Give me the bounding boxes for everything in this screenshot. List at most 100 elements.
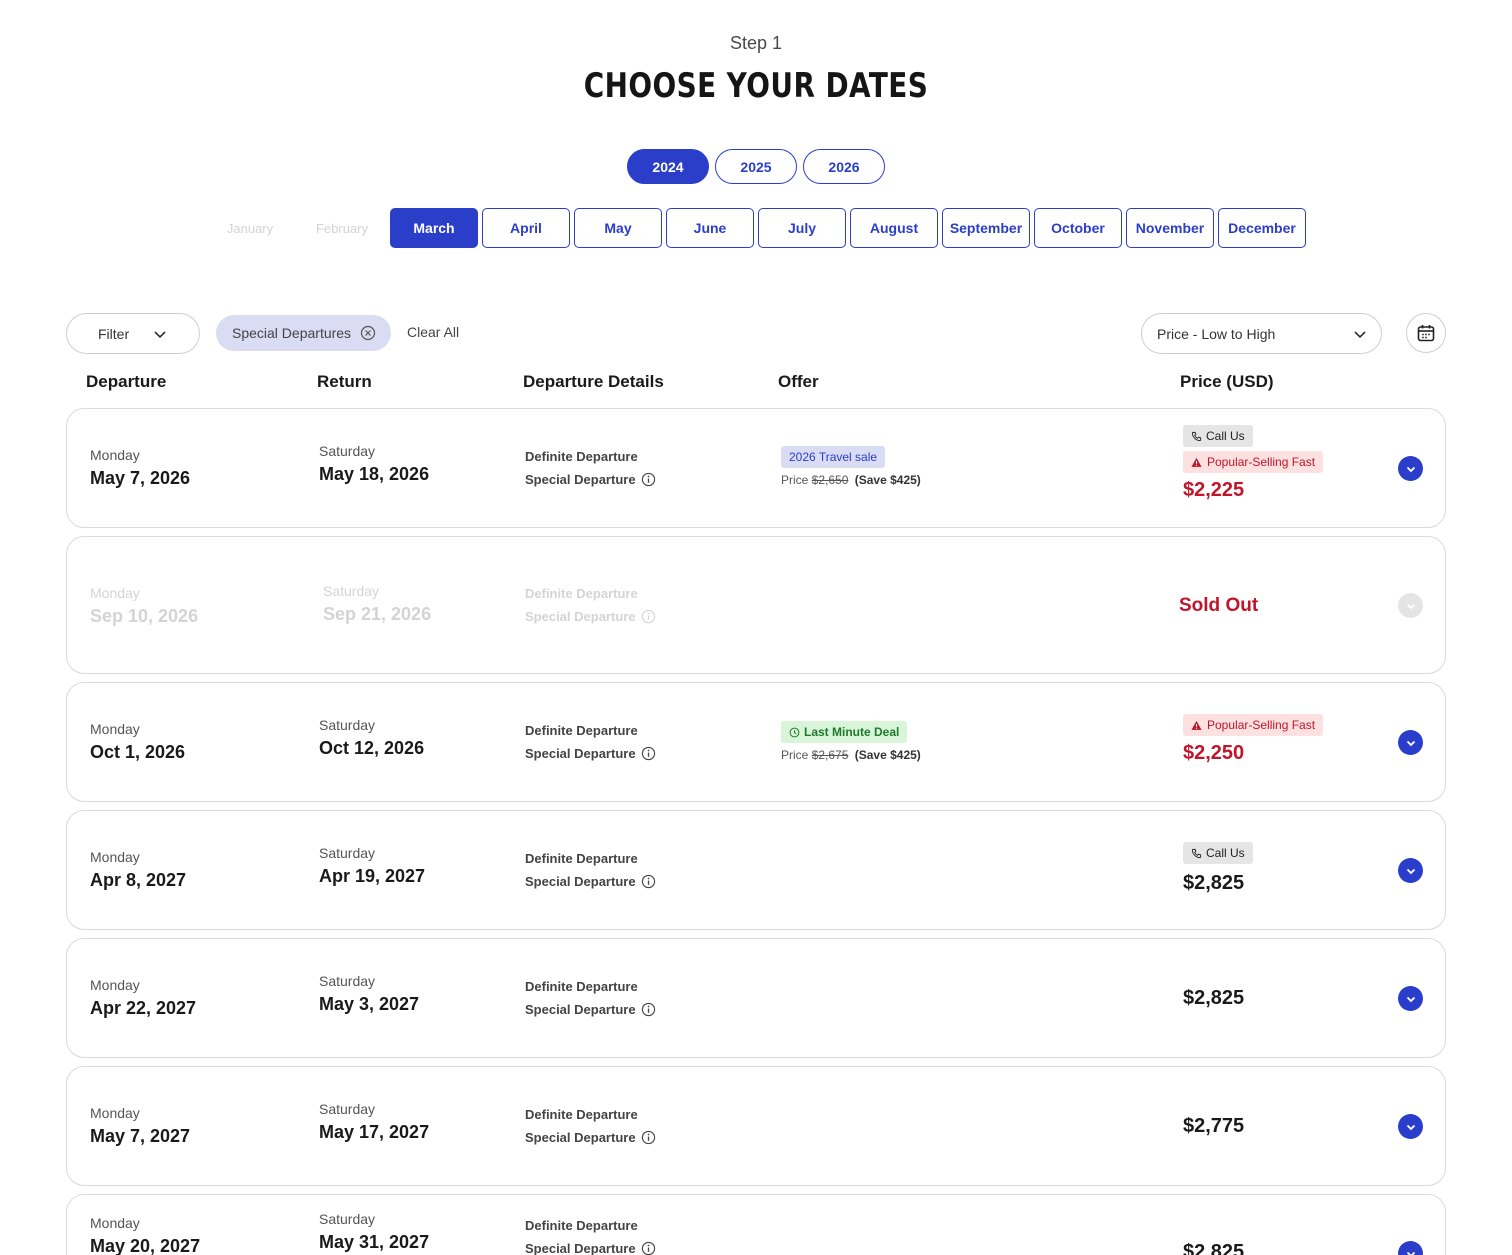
month-tab-march[interactable]: March: [390, 208, 478, 248]
chevron-down-icon: [1354, 331, 1366, 339]
departure-date: May 7, 2027: [90, 1126, 191, 1146]
row-price: $2,825: [1183, 872, 1245, 894]
departure-type: Definite Departure: [525, 586, 638, 601]
call-us-label: Call Us: [1206, 429, 1245, 443]
column-header-return: Return: [317, 372, 372, 391]
departure-category: Special Departure: [525, 609, 636, 624]
old-price: $2,650: [811, 473, 849, 487]
departure-day: Monday: [90, 447, 140, 463]
month-tab-september[interactable]: September: [942, 208, 1030, 248]
old-price: $2,675: [811, 748, 849, 762]
offer-badge: 2026 Travel sale: [781, 446, 886, 468]
offer-badge-label: Last Minute Deal: [804, 725, 900, 739]
popular-badge: Popular-Selling Fast: [1183, 714, 1324, 736]
month-tab-april[interactable]: April: [482, 208, 570, 248]
departure-date: May 20, 2027: [90, 1236, 201, 1255]
clear-all-link[interactable]: Clear All: [407, 324, 459, 340]
departure-date: Apr 8, 2027: [90, 870, 187, 890]
month-tab-may[interactable]: May: [574, 208, 662, 248]
table-row[interactable]: Monday May 7, 2027 Saturday May 17, 2027…: [66, 1066, 1446, 1186]
price-prefix: Price: [781, 473, 809, 487]
return-day: Saturday: [323, 583, 380, 599]
page-title: CHOOSE YOUR DATES: [583, 66, 929, 106]
column-header-offer: Offer: [778, 372, 819, 391]
row-price: $2,825: [1183, 1241, 1245, 1255]
close-circle-icon[interactable]: [360, 325, 376, 341]
table-row[interactable]: Monday Apr 22, 2027 Saturday May 3, 2027…: [66, 938, 1446, 1058]
departure-type: Definite Departure: [525, 851, 638, 866]
departure-type: Definite Departure: [525, 1218, 638, 1233]
expand-chevron-icon: [1406, 740, 1415, 746]
special-departures-chip[interactable]: Special Departures: [216, 315, 391, 351]
return-date: May 17, 2027: [319, 1122, 430, 1142]
month-tab-october[interactable]: October: [1034, 208, 1122, 248]
table-row: Monday Sep 10, 2026 Saturday Sep 21, 202…: [66, 536, 1446, 674]
return-date: Apr 19, 2027: [319, 866, 426, 886]
warning-icon: [1191, 457, 1202, 467]
month-tab-july[interactable]: July: [758, 208, 846, 248]
table-row[interactable]: Monday May 7, 2026 Saturday May 18, 2026…: [66, 408, 1446, 528]
expand-row-button[interactable]: [1398, 986, 1423, 1011]
info-icon: [641, 609, 655, 624]
info-icon[interactable]: [641, 874, 656, 889]
info-icon[interactable]: [641, 746, 656, 761]
sold-out-label: Sold Out: [1179, 595, 1259, 616]
offer-badge: Last Minute Deal: [781, 721, 908, 743]
expand-row-button[interactable]: [1398, 1241, 1423, 1255]
table-row[interactable]: Monday Oct 1, 2026 Saturday Oct 12, 2026…: [66, 682, 1446, 802]
expand-row-button[interactable]: [1398, 858, 1423, 883]
row-price: $2,250: [1183, 742, 1245, 764]
year-tab-2026[interactable]: 2026: [803, 149, 885, 184]
year-tab-2025[interactable]: 2025: [715, 149, 797, 184]
filter-label: Filter: [98, 325, 130, 342]
warning-icon: [1191, 720, 1202, 730]
column-header-price: Price (USD): [1180, 372, 1274, 391]
info-icon[interactable]: [641, 1241, 656, 1255]
month-tabs: January February March April May June Ju…: [206, 208, 1306, 248]
departure-category: Special Departure: [525, 874, 636, 889]
month-tab-august[interactable]: August: [850, 208, 938, 248]
calendar-view-button[interactable]: [1406, 313, 1446, 353]
row-price: $2,775: [1183, 1115, 1245, 1137]
savings: (Save $425): [854, 473, 921, 487]
savings: (Save $425): [854, 748, 921, 762]
table-row[interactable]: Monday May 20, 2027 Saturday May 31, 202…: [66, 1194, 1446, 1255]
month-tab-january: January: [206, 208, 294, 248]
month-tab-december[interactable]: December: [1218, 208, 1306, 248]
info-icon[interactable]: [641, 1130, 656, 1145]
expand-row-button[interactable]: [1398, 1114, 1423, 1139]
return-day: Saturday: [319, 1211, 376, 1227]
departure-day: Monday: [90, 585, 140, 601]
expand-chevron-icon: [1406, 466, 1415, 472]
expand-row-button[interactable]: [1398, 456, 1423, 481]
price-prefix: Price: [781, 748, 809, 762]
chevron-down-icon: [154, 331, 166, 339]
column-header-details: Departure Details: [523, 372, 664, 391]
phone-icon: [1191, 848, 1202, 858]
return-day: Saturday: [319, 845, 376, 861]
departure-day: Monday: [90, 1105, 140, 1121]
sort-dropdown[interactable]: Price - Low to High: [1141, 313, 1382, 354]
popular-badge: Popular-Selling Fast: [1183, 451, 1324, 473]
departure-date: Sep 10, 2026: [90, 606, 199, 626]
year-tab-2024[interactable]: 2024: [627, 149, 709, 184]
info-icon[interactable]: [641, 472, 656, 487]
return-day: Saturday: [319, 717, 376, 733]
departure-day: Monday: [90, 721, 140, 737]
return-day: Saturday: [319, 973, 376, 989]
expand-row-button: [1398, 593, 1423, 618]
return-date: May 3, 2027: [319, 994, 420, 1014]
month-tab-june[interactable]: June: [666, 208, 754, 248]
call-us-badge[interactable]: Call Us: [1183, 425, 1253, 447]
info-icon[interactable]: [641, 1002, 656, 1017]
departure-category: Special Departure: [525, 1130, 636, 1145]
expand-chevron-icon: [1406, 603, 1415, 609]
filter-dropdown[interactable]: Filter: [66, 313, 200, 354]
month-tab-november[interactable]: November: [1126, 208, 1214, 248]
expand-row-button[interactable]: [1398, 730, 1423, 755]
table-row[interactable]: Monday Apr 8, 2027 Saturday Apr 19, 2027…: [66, 810, 1446, 930]
year-tabs: 2024 2025 2026: [0, 149, 1512, 184]
column-header-departure: Departure: [86, 372, 167, 391]
expand-chevron-icon: [1406, 996, 1415, 1002]
call-us-badge[interactable]: Call Us: [1183, 842, 1253, 864]
